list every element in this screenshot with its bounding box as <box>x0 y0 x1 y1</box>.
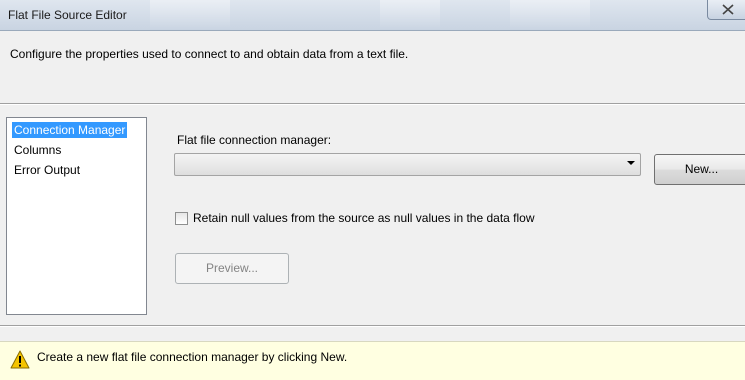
header-divider <box>0 103 745 105</box>
nav-item-columns[interactable]: Columns <box>12 142 63 158</box>
new-connection-button[interactable]: New... <box>654 154 745 185</box>
close-button[interactable] <box>707 0 745 20</box>
status-bar: Create a new flat file connection manage… <box>0 341 745 380</box>
dropdown-arrow-icon <box>627 161 635 165</box>
nav-list: Connection Manager Columns Error Output <box>6 117 147 315</box>
status-message: Create a new flat file connection manage… <box>37 350 348 364</box>
close-icon <box>722 4 734 15</box>
retain-nulls-checkbox[interactable] <box>175 212 188 225</box>
nav-item-connection-manager[interactable]: Connection Manager <box>12 122 128 138</box>
preview-button: Preview... <box>175 253 289 284</box>
title-bar: Flat File Source Editor <box>0 0 745 31</box>
connection-manager-dropdown[interactable] <box>174 153 641 176</box>
page-description: Configure the properties used to connect… <box>10 47 409 61</box>
window-title: Flat File Source Editor <box>8 8 127 22</box>
title-bar-glass-highlight <box>380 0 440 30</box>
connection-manager-label: Flat file connection manager: <box>177 133 332 147</box>
warning-icon <box>10 350 30 369</box>
title-bar-glass-highlight <box>150 0 230 30</box>
retain-nulls-label: Retain null values from the source as nu… <box>193 211 535 225</box>
nav-item-error-output[interactable]: Error Output <box>12 162 82 178</box>
footer-divider <box>0 325 745 327</box>
title-bar-glass-highlight <box>510 0 590 30</box>
